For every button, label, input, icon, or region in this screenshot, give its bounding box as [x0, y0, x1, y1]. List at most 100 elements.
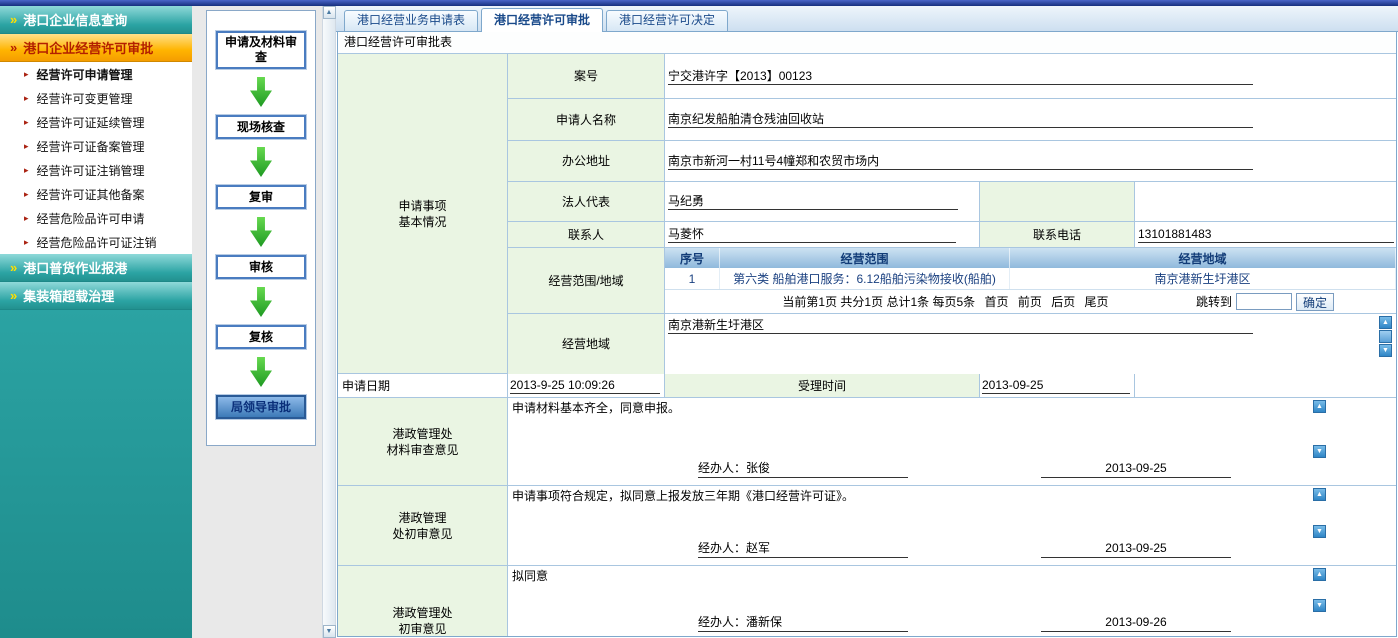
phone-field: 13101881483	[1135, 222, 1396, 247]
middle-scrollbar[interactable]: ▲ ▼	[322, 6, 336, 638]
submenu-label: 经营危险品许可证注销	[37, 234, 157, 251]
office-address-row: 办公地址 南京市新河一村11号4幢郑和农贸市场内	[508, 141, 1396, 182]
workflow-step-site-check[interactable]: 现场核查	[216, 115, 306, 139]
office-address-field: 南京市新河一村11号4幢郑和农贸市场内	[665, 141, 1396, 181]
accept-time-label: 受理时间	[665, 374, 980, 397]
pagination-next-link[interactable]: 后页	[1051, 295, 1075, 309]
scroll-down-icon[interactable]: ▼	[1379, 344, 1392, 357]
tab-business-application-form[interactable]: 港口经营业务申请表	[344, 10, 478, 31]
down-arrow-icon	[250, 147, 272, 177]
triangle-bullet-icon: ▸	[24, 93, 29, 104]
jump-page-input[interactable]	[1236, 293, 1292, 310]
pagination-prev-link[interactable]: 前页	[1018, 295, 1042, 309]
tab-license-approval[interactable]: 港口经营许可审批	[481, 8, 603, 32]
scroll-up-icon[interactable]: ▲	[1313, 568, 1326, 581]
first-review-opinion-row: 港政管理 处初审意见 申请事项符合规定，拟同意上报发放三年期《港口经营许可证》。…	[338, 486, 1396, 566]
handler-name: 赵军	[746, 541, 770, 555]
handler-name: 张俊	[746, 461, 770, 475]
triangle-bullet-icon: ▸	[24, 213, 29, 224]
submenu-label: 经营许可证注销管理	[37, 162, 145, 179]
scroll-down-icon[interactable]: ▼	[323, 625, 336, 638]
down-arrow-icon	[250, 77, 272, 107]
workflow-step-leader-approval[interactable]: 局领导审批	[216, 395, 306, 419]
office-address-label: 办公地址	[508, 141, 665, 181]
scroll-up-icon[interactable]: ▲	[1379, 316, 1392, 329]
case-no-field: 宁交港许字【2013】00123	[665, 54, 1396, 98]
scope-row: 经营范围/地域 序号 经营范围 经营地域 1 第六类	[508, 248, 1396, 314]
submenu-item-license-change[interactable]: ▸ 经营许可变更管理	[0, 86, 192, 110]
scroll-thumb[interactable]	[1379, 330, 1392, 343]
submenu-item-license-filing[interactable]: ▸经营许可证备案管理	[0, 134, 192, 158]
confirm-button[interactable]: 确定	[1296, 293, 1334, 311]
submenu-item-dangerous-goods-cancellation[interactable]: ▸经营危险品许可证注销	[0, 230, 192, 254]
sidebar-item-container-overload[interactable]: » 集装箱超载治理	[0, 282, 192, 310]
scroll-down-icon[interactable]: ▼	[1313, 525, 1326, 538]
scope-table-header: 序号 经营范围 经营地域	[665, 248, 1396, 268]
scope-label: 经营范围/地域	[508, 248, 665, 313]
submenu-item-license-renewal[interactable]: ▸经营许可证延续管理	[0, 110, 192, 134]
material-review-opinion-label: 港政管理处 材料审查意见	[338, 398, 508, 485]
cell-area: 南京港新生圩港区	[1010, 268, 1396, 289]
applicant-label: 申请人名称	[508, 99, 665, 140]
tab-bar: 港口经营业务申请表 港口经营许可审批 港口经营许可决定	[336, 6, 1398, 32]
case-no-label: 案号	[508, 54, 665, 98]
triangle-bullet-icon: ▸	[24, 189, 29, 200]
scope-table-row[interactable]: 1 第六类 船舶港口服务：6.12船舶污染物接收(船舶) 南京港新生圩港区	[665, 268, 1396, 290]
handler-field: 经办人：张俊	[698, 460, 908, 478]
triangle-bullet-icon: ▸	[24, 165, 29, 176]
empty-cell	[1135, 182, 1396, 221]
handler-label: 经办人：	[698, 461, 746, 475]
opinion-date: 2013-09-26	[1041, 614, 1231, 632]
sidebar-item-license-approval[interactable]: » 港口企业经营许可审批	[0, 34, 192, 62]
scroll-down-icon[interactable]: ▼	[1313, 445, 1326, 458]
scroll-up-icon[interactable]: ▲	[323, 6, 336, 19]
submenu-item-license-cancellation[interactable]: ▸ 经营许可证注销管理	[0, 158, 192, 182]
handler-field: 经办人：赵军	[698, 540, 908, 558]
pagination-jump: 跳转到 确定	[1196, 293, 1334, 311]
down-arrow-icon	[250, 287, 272, 317]
office-address-value: 南京市新河一村11号4幢郑和农贸市场内	[668, 153, 1253, 170]
pagination-bar: 当前第1页 共分1页 总计1条 每页5条 首页 前页 后页 尾页 跳转到	[665, 290, 1396, 313]
jump-to-label: 跳转到	[1196, 293, 1232, 310]
triangle-bullet-icon: ▸	[24, 141, 29, 152]
applicant-value: 南京纪发船舶清仓残油回收站	[668, 111, 1253, 128]
opinion-textarea: 申请材料基本齐全，同意申报。 ▲ ▼	[512, 400, 1310, 458]
first-review-opinion-field: 申请事项符合规定，拟同意上报发放三年期《港口经营许可证》。 ▲ ▼ 经办人：赵军…	[508, 486, 1396, 565]
menu-label: 港口企业经营许可审批	[23, 38, 153, 57]
scroll-up-icon[interactable]: ▲	[1313, 400, 1326, 413]
workflow-step-audit[interactable]: 审核	[216, 255, 306, 279]
workflow-step-recheck[interactable]: 复核	[216, 325, 306, 349]
tab-license-decision[interactable]: 港口经营许可决定	[606, 10, 728, 31]
area-scrollbar[interactable]: ▲ ▼	[1379, 316, 1392, 357]
case-no-row: 案号 宁交港许字【2013】00123	[508, 54, 1396, 99]
area-label: 经营地域	[508, 314, 665, 374]
scroll-down-icon[interactable]: ▼	[1313, 599, 1326, 612]
workflow-column: 申请及材料审查 现场核查 复审 审核 复核 局领导审批	[192, 6, 322, 638]
phone-value: 13101881483	[1138, 226, 1394, 243]
opinion-text: 拟同意	[512, 569, 548, 583]
submenu-item-dangerous-goods-application[interactable]: ▸经营危险品许可申请	[0, 206, 192, 230]
workflow-step-material-review[interactable]: 申请及材料审查	[216, 31, 306, 69]
workflow-step-re-review[interactable]: 复审	[216, 185, 306, 209]
legal-rep-row: 法人代表 马纪勇	[508, 182, 1396, 222]
sidebar-item-enterprise-info-query[interactable]: » 港口企业信息查询	[0, 6, 192, 34]
scope-table: 序号 经营范围 经营地域 1 第六类 船舶港口服务：6.12船舶污染物接收(船舶…	[665, 248, 1396, 313]
app-window: » 港口企业信息查询 » 港口企业经营许可审批 ▸经营许可申请管理 ▸ 经营许可变…	[0, 0, 1398, 638]
workflow-panel: 申请及材料审查 现场核查 复审 审核 复核 局领导审批	[206, 10, 316, 446]
applicant-row: 申请人名称 南京纪发船舶清仓残油回收站	[508, 99, 1396, 141]
menu-label: 集装箱超载治理	[23, 286, 114, 305]
approval-form-panel: 港口经营许可审批表 申请事项 基本情况 案号 宁交港许字【2013】00123	[337, 32, 1397, 637]
opinion-footer: 经办人：张俊 2013-09-25	[512, 458, 1392, 480]
pagination-summary: 当前第1页 共分1页 总计1条 每页5条	[782, 295, 975, 309]
submenu-item-license-other-filing[interactable]: ▸经营许可证其他备案	[0, 182, 192, 206]
material-review-opinion-row: 港政管理处 材料审查意见 申请材料基本齐全，同意申报。 ▲ ▼ 经办人：张俊 2…	[338, 398, 1396, 486]
material-review-opinion-field: 申请材料基本齐全，同意申报。 ▲ ▼ 经办人：张俊 2013-09-25	[508, 398, 1396, 485]
scroll-up-icon[interactable]: ▲	[1313, 488, 1326, 501]
pagination-last-link[interactable]: 尾页	[1085, 295, 1109, 309]
sidebar-item-cargo-report[interactable]: » 港口普货作业报港	[0, 254, 192, 282]
submenu-label: 经营许可变更管理	[37, 90, 133, 107]
submenu-item-license-application[interactable]: ▸经营许可申请管理	[0, 62, 192, 86]
menu-label: 港口企业信息查询	[23, 10, 127, 29]
pagination-first-link[interactable]: 首页	[984, 295, 1008, 309]
opinion-footer: 经办人：赵军 2013-09-25	[512, 538, 1392, 560]
